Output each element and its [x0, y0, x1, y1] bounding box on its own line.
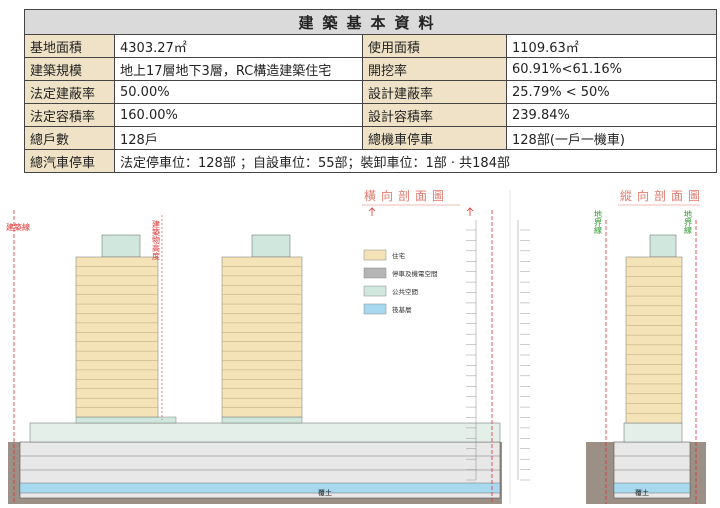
- row-label: 總機車停車: [362, 126, 507, 150]
- tower-a: [75, 234, 159, 418]
- row-label: 建築規模: [24, 57, 115, 81]
- legend: 住宅 停車及機電空間 公共空間 筏基層: [363, 249, 438, 315]
- row-value: 60.91%<61.16%: [505, 57, 718, 81]
- long-section-title: 縱向剖面圖: [620, 188, 705, 203]
- table-row: 總汽車停車 法定停車位：128部 ；自設車位：55部；裝卸車位：1部 · 共18…: [24, 149, 718, 173]
- row-label: 設計容積率: [362, 103, 507, 127]
- boundary-right-label: 地界線: [684, 209, 693, 234]
- underground-label-left: 覆土: [318, 488, 332, 497]
- row-label: 總汽車停車: [24, 149, 115, 173]
- building-info-table: 建築基本資料 基地面積 4303.27㎡ 使用面積 1109.63㎡ 建築規模 …: [23, 9, 718, 173]
- raft-foundation: [19, 482, 501, 494]
- table-title: 建築基本資料: [23, 9, 718, 35]
- row-label: 總戶數: [24, 126, 115, 150]
- cross-section-title: 橫向剖面圖: [364, 188, 449, 203]
- podium: [29, 422, 501, 443]
- legend-swatch: [363, 303, 387, 315]
- legend-label: 停車及機電空間: [392, 269, 438, 278]
- table-row: 法定容積率 160.00% 設計容積率 239.84%: [24, 103, 718, 127]
- table-row: 基地面積 4303.27㎡ 使用面積 1109.63㎡: [24, 34, 718, 58]
- row-label: 基地面積: [24, 34, 115, 58]
- row-value: 160.00%: [114, 103, 363, 127]
- row-value: 地上17層地下3層，RC構造建築住宅: [114, 57, 363, 81]
- row-label: 法定建蔽率: [24, 80, 115, 104]
- legend-label: 住宅: [392, 251, 406, 260]
- table-row: 總戶數 128戶 總機車停車 128部(一戶一機車): [24, 126, 718, 150]
- legend-swatch: [363, 249, 387, 261]
- row-label: 法定容積率: [24, 103, 115, 127]
- tower-b: [221, 234, 303, 418]
- row-label: 開挖率: [362, 57, 507, 81]
- row-value: 128部(一戶一機車): [505, 126, 718, 150]
- building-line-label: 建築線: [6, 222, 30, 232]
- legend-swatch: [363, 285, 387, 297]
- height-label: 建築物高度: [152, 219, 161, 261]
- legend-swatch: [363, 267, 387, 279]
- boundary-left-label: 地界線: [594, 209, 603, 234]
- row-value: 1109.63㎡: [505, 34, 718, 58]
- row-label: 使用面積: [362, 34, 507, 58]
- row-value: 4303.27㎡: [114, 34, 363, 58]
- row-value: 法定停車位：128部 ；自設車位：55部；裝卸車位：1部 · 共184部: [113, 149, 718, 173]
- legend-label: 筏基層: [392, 305, 412, 314]
- row-value: 25.79% < 50%: [505, 80, 718, 104]
- underground-label-right: 覆土: [635, 488, 649, 497]
- row-value: 128戶: [114, 126, 363, 150]
- table-row: 法定建蔽率 50.00% 設計建蔽率 25.79% < 50%: [24, 80, 718, 104]
- tower-long-section: [625, 234, 683, 424]
- row-label: 設計建蔽率: [362, 80, 507, 104]
- table-row: 建築規模 地上17層地下3層，RC構造建築住宅 開挖率 60.91%<61.16…: [24, 57, 718, 81]
- legend-label: 公共空間: [392, 287, 418, 296]
- row-value: 50.00%: [114, 80, 363, 104]
- row-value: 239.84%: [505, 103, 718, 127]
- section-drawings: 建築線 建築物高度 橫向剖面圖 住宅 停車及機電空間 公共空間 筏基層 覆土 縱…: [6, 188, 706, 504]
